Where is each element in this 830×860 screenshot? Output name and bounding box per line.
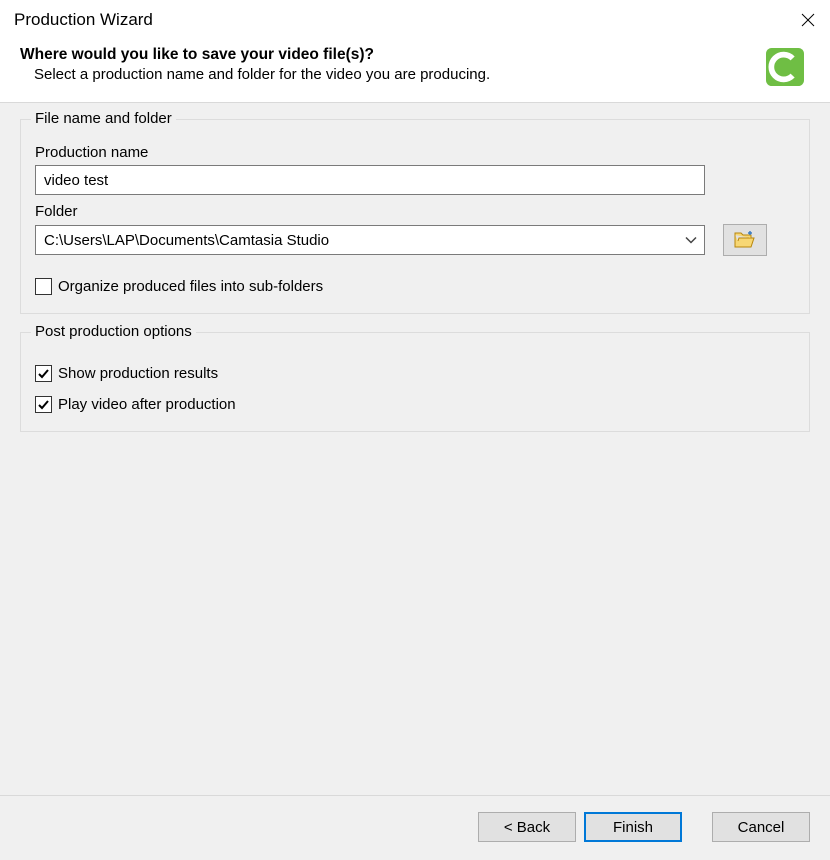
folder-open-icon (734, 231, 756, 249)
checkbox-box (35, 365, 52, 382)
play-after-label: Play video after production (58, 396, 236, 413)
group-file-name-folder-legend: File name and folder (31, 110, 176, 127)
cancel-button[interactable]: Cancel (712, 812, 810, 842)
camtasia-logo-icon (766, 48, 804, 86)
finish-button[interactable]: Finish (584, 812, 682, 842)
checkmark-icon (37, 367, 50, 380)
play-after-checkbox[interactable]: Play video after production (35, 396, 795, 413)
checkmark-icon (37, 398, 50, 411)
show-results-label: Show production results (58, 365, 218, 382)
checkbox-box (35, 396, 52, 413)
close-button[interactable] (798, 10, 818, 30)
group-post-production-legend: Post production options (31, 323, 196, 340)
close-icon (801, 13, 815, 27)
group-post-production: Post production options Show production … (20, 332, 810, 432)
browse-folder-button[interactable] (723, 224, 767, 256)
back-button[interactable]: < Back (478, 812, 576, 842)
organize-subfolders-label: Organize produced files into sub-folders (58, 278, 323, 295)
page-heading: Where would you like to save your video … (20, 46, 490, 64)
production-name-label: Production name (35, 144, 795, 161)
production-name-input[interactable] (35, 165, 705, 195)
organize-subfolders-checkbox[interactable]: Organize produced files into sub-folders (35, 278, 795, 295)
window-title: Production Wizard (14, 10, 153, 30)
checkbox-box (35, 278, 52, 295)
group-file-name-folder: File name and folder Production name Fol… (20, 119, 810, 314)
folder-label: Folder (35, 203, 795, 220)
page-subheading: Select a production name and folder for … (20, 66, 490, 83)
show-results-checkbox[interactable]: Show production results (35, 365, 795, 382)
folder-combo[interactable] (35, 225, 705, 255)
